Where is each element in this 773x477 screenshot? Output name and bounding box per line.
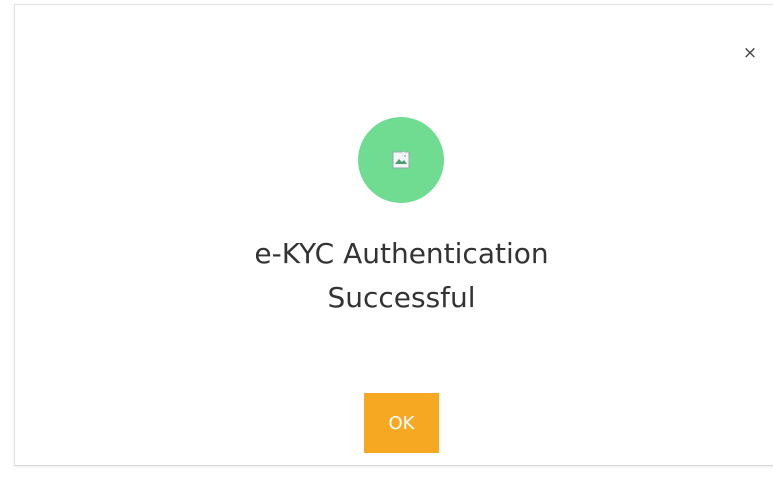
broken-image-icon [392,151,410,169]
ok-button[interactable]: OK [364,393,439,453]
dialog-title: e-KYC Authentication Successful [150,232,653,320]
close-button[interactable]: × [740,43,760,63]
success-icon-circle [358,117,444,203]
dialog-title-line-2: Successful [327,281,476,314]
dialog-title-line-1: e-KYC Authentication [254,237,549,270]
